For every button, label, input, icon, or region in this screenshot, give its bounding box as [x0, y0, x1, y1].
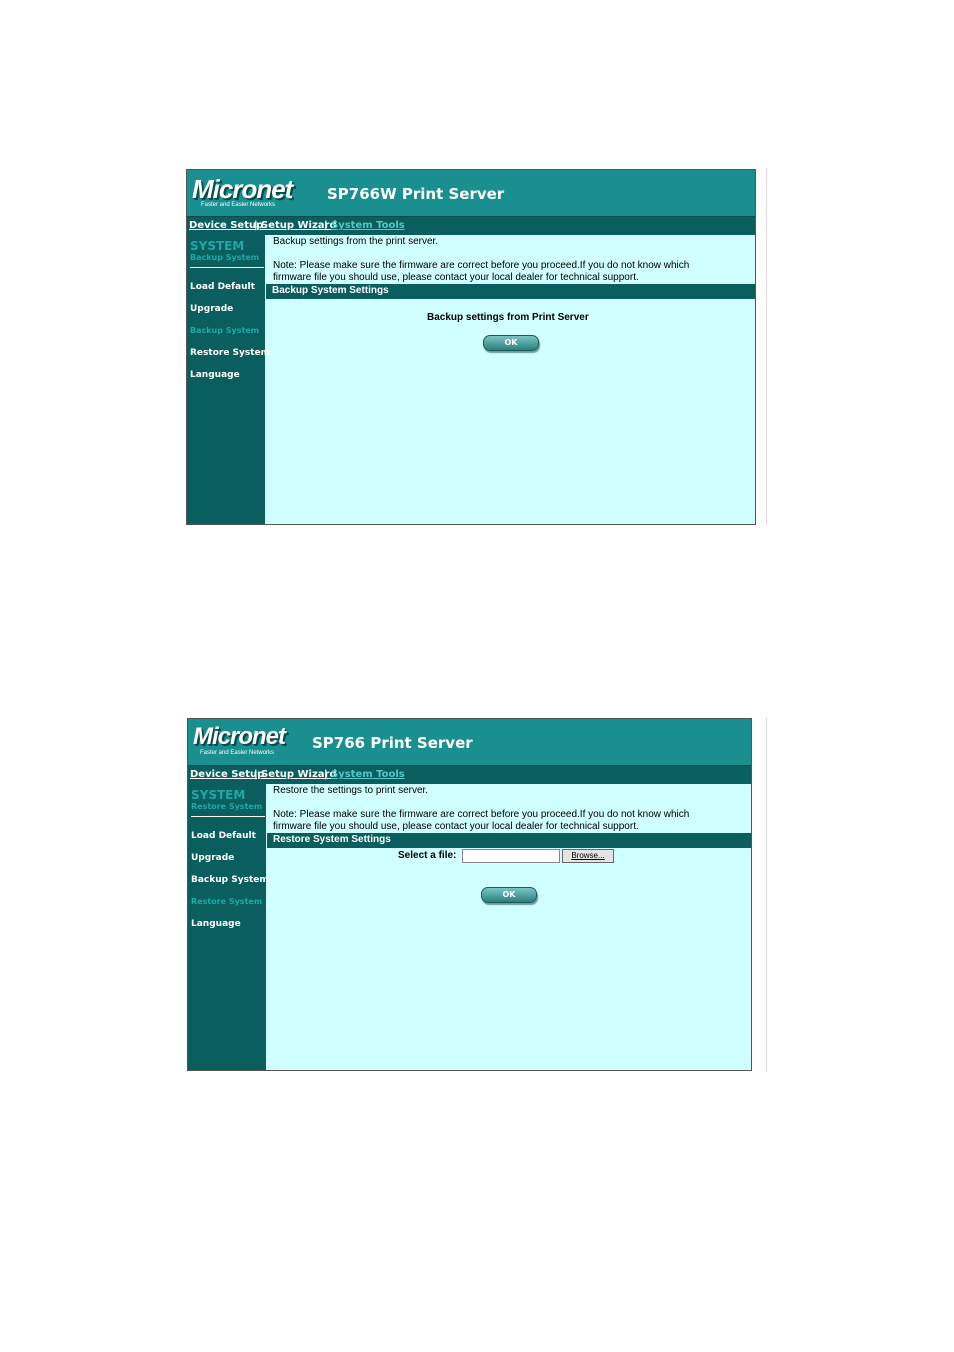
window-edge: [766, 169, 767, 525]
nav-separator: |: [324, 220, 328, 231]
nav-system-tools[interactable]: System Tools: [331, 220, 405, 231]
ok-button[interactable]: OK: [483, 335, 539, 351]
sidebar-divider: [191, 816, 265, 817]
micronet-logo: Micronet: [192, 174, 293, 204]
file-path-input[interactable]: [462, 849, 560, 863]
nav-separator: |: [254, 220, 258, 231]
micronet-logo: Micronet: [193, 723, 286, 750]
sidebar-section-title: SYSTEM: [191, 788, 246, 802]
sidebar-current-page: Backup System: [190, 253, 260, 262]
nav-separator: |: [254, 769, 258, 780]
intro-text: Restore the settings to print server.: [273, 785, 429, 796]
top-nav: Device Setup | Setup Wizard | System Too…: [187, 216, 755, 235]
sidebar: SYSTEM Restore System Load Default Upgra…: [188, 784, 269, 1070]
note-line-1: Note: Please make sure the firmware are …: [273, 809, 690, 820]
nav-separator: |: [324, 769, 328, 780]
section-bar: Restore System Settings: [267, 833, 751, 848]
sidebar-item-load-default[interactable]: Load Default: [190, 282, 255, 292]
sidebar-item-upgrade[interactable]: Upgrade: [191, 853, 234, 863]
sidebar-divider: [190, 267, 264, 268]
nav-device-setup[interactable]: Device Setup: [189, 220, 263, 231]
sidebar-item-load-default[interactable]: Load Default: [191, 831, 256, 841]
section-bar-label: Restore System Settings: [273, 834, 391, 845]
section-bar: Backup System Settings: [266, 284, 755, 299]
sidebar-current-page: Restore System: [191, 802, 263, 811]
nav-system-tools[interactable]: System Tools: [331, 769, 405, 780]
page-title: SP766W Print Server: [327, 185, 505, 203]
ok-button[interactable]: OK: [481, 887, 537, 903]
backup-window: Micronet Faster and Easier Networks SP76…: [186, 169, 756, 525]
intro-text: Backup settings from the print server.: [273, 236, 439, 247]
sidebar-item-language[interactable]: Language: [190, 370, 240, 380]
file-label: Select a file:: [398, 850, 457, 861]
logo-tagline: Faster and Easier Networks: [201, 202, 276, 208]
sidebar-item-language[interactable]: Language: [191, 919, 241, 929]
sidebar-item-restore-system[interactable]: Restore System: [190, 348, 270, 358]
top-nav: Device Setup | Setup Wizard | System Too…: [188, 765, 751, 784]
header-banner: Micronet Faster and Easier Networks SP76…: [187, 170, 755, 216]
sidebar: SYSTEM Backup System Load Default Upgrad…: [187, 235, 270, 524]
logo-tagline: Faster and Easier Networks: [200, 750, 275, 756]
window-edge: [766, 718, 767, 1071]
backup-label: Backup settings from Print Server: [427, 312, 589, 323]
page-title: SP766 Print Server: [312, 734, 473, 752]
header-banner: Micronet Faster and Easier Networks SP76…: [188, 719, 751, 765]
browse-button[interactable]: Browse...: [562, 849, 614, 863]
sidebar-item-backup-system[interactable]: Backup System: [190, 326, 259, 335]
sidebar-item-restore-system[interactable]: Restore System: [191, 897, 262, 906]
note-line-2: firmware file you should use, please con…: [273, 821, 639, 832]
note-line-2: firmware file you should use, please con…: [273, 272, 639, 283]
restore-window: Micronet Faster and Easier Networks SP76…: [187, 718, 752, 1071]
section-bar-label: Backup System Settings: [272, 285, 389, 296]
note-line-1: Note: Please make sure the firmware are …: [273, 260, 690, 271]
sidebar-item-backup-system[interactable]: Backup System: [191, 875, 269, 885]
sidebar-item-upgrade[interactable]: Upgrade: [190, 304, 233, 314]
sidebar-section-title: SYSTEM: [190, 239, 245, 253]
